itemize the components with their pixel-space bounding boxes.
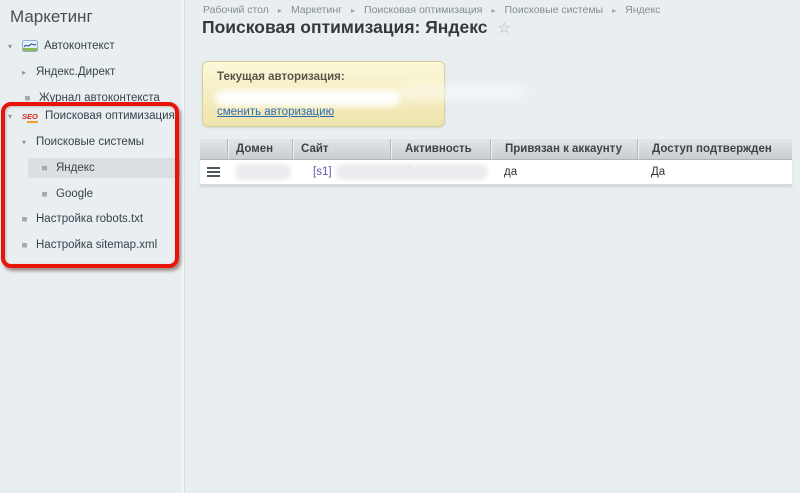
autocontext-chart-icon [22, 40, 38, 52]
table-header-menu [200, 139, 227, 159]
table-header-access: Доступ подтвержден [637, 139, 792, 159]
breadcrumb-item[interactable]: Яндекс [625, 4, 660, 16]
change-authorization-link[interactable]: сменить авторизацию [217, 106, 334, 118]
breadcrumb-item[interactable]: Маркетинг [291, 4, 342, 16]
sidebar-item-yandex-direct[interactable]: ▸ Яндекс.Директ [22, 62, 115, 82]
sidebar-item-autocontext[interactable]: ▾ Автоконтекст [8, 36, 115, 56]
table-header-active: Активность [390, 139, 490, 159]
breadcrumb: Рабочий стол ▸ Маркетинг ▸ Поисковая опт… [203, 4, 669, 16]
chevron-right-icon[interactable]: ▸ [22, 68, 36, 77]
redacted-auth-value-overflow [400, 86, 525, 99]
row-menu-hamburger-icon[interactable] [207, 167, 220, 177]
redacted-auth-value [215, 90, 401, 106]
sidebar-item-label: Яндекс.Директ [36, 66, 115, 78]
chevron-down-icon[interactable]: ▾ [8, 42, 22, 51]
table-row: [s1] Да да Да [200, 160, 792, 185]
breadcrumb-separator-icon: ▸ [278, 6, 282, 15]
table-header-domain: Домен [227, 139, 292, 159]
table-header-site: Сайт [292, 139, 390, 159]
bullet-icon [25, 96, 30, 101]
breadcrumb-separator-icon: ▸ [491, 6, 495, 15]
page-title: Поисковая оптимизация: Яндекс [202, 17, 487, 38]
favorite-star-icon[interactable]: ☆ [497, 19, 510, 37]
table-header-linked: Привязан к аккаунту [490, 139, 637, 159]
auth-notice-title: Текущая авторизация: [217, 71, 345, 83]
breadcrumb-separator-icon: ▸ [612, 6, 616, 15]
breadcrumb-item[interactable]: Рабочий стол [203, 4, 269, 16]
search-systems-table: Домен Сайт Активность Привязан к аккаунт… [200, 138, 792, 185]
app-window: Маркетинг ▾ Автоконтекст ▸ Яндекс.Директ… [0, 0, 800, 493]
cell-domain [227, 164, 292, 180]
redacted-site-value [336, 164, 488, 180]
breadcrumb-item[interactable]: Поисковая оптимизация [364, 4, 482, 16]
table-header-row: Домен Сайт Активность Привязан к аккаунт… [200, 138, 792, 160]
site-id-link[interactable]: [s1] [313, 166, 332, 178]
sidebar-title: Маркетинг [10, 7, 93, 27]
redacted-domain-value [235, 164, 291, 180]
sidebar: Маркетинг ▾ Автоконтекст ▸ Яндекс.Директ… [0, 0, 185, 493]
annotation-red-box [1, 102, 179, 268]
sidebar-item-label: Автоконтекст [44, 40, 115, 52]
cell-site: [s1] [292, 164, 390, 180]
cell-linked-to-account: да [490, 166, 637, 178]
cell-access-confirmed: Да [637, 166, 792, 178]
breadcrumb-separator-icon: ▸ [351, 6, 355, 15]
breadcrumb-item[interactable]: Поисковые системы [505, 4, 604, 16]
